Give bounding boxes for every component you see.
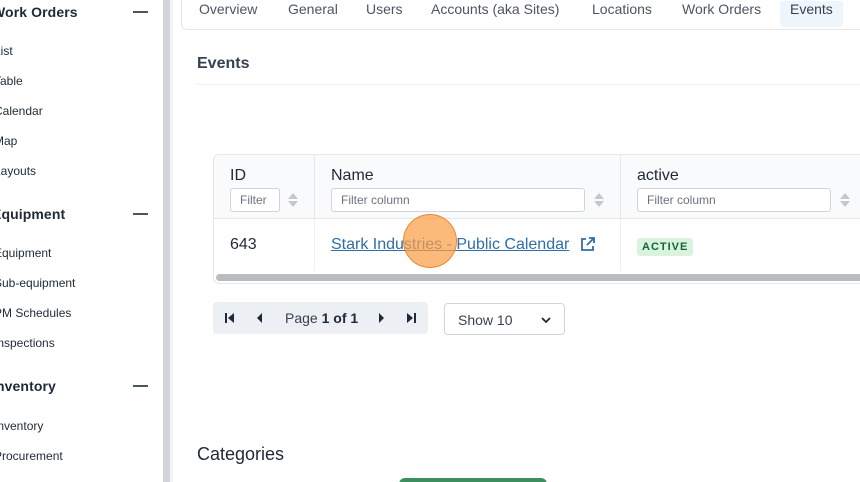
collapse-minus-icon[interactable]	[133, 385, 148, 387]
chevron-left-icon	[257, 313, 262, 323]
sidebar-section-equipment[interactable]: Equipment	[0, 202, 152, 226]
column-label: Name	[331, 167, 374, 184]
page-prefix: Page	[285, 310, 318, 326]
external-link-icon[interactable]	[579, 236, 596, 253]
cell-name: Stark Industries - Public Calendar	[315, 219, 621, 271]
previous-page-button[interactable]	[245, 302, 275, 334]
sidebar-item-equipment[interactable]: Equipment	[0, 246, 51, 260]
sidebar-item-inspections[interactable]: Inspections	[0, 336, 55, 350]
sidebar-item-inventory[interactable]: Inventory	[0, 419, 43, 433]
column-header-name: Name Filter column	[315, 155, 621, 219]
status-badge: ACTIVE	[637, 238, 694, 256]
column-label: ID	[230, 167, 246, 184]
sidebar-item-layouts[interactable]: Layouts	[0, 164, 36, 178]
sidebar-section-inventory[interactable]: Inventory	[0, 374, 152, 398]
column-header-id: ID Filter	[214, 155, 315, 219]
table-row: 643 Stark Industries - Public Calendar A…	[214, 219, 860, 271]
name-filter-input[interactable]: Filter column	[331, 188, 585, 212]
table-horizontal-scrollbar[interactable]	[216, 274, 860, 281]
sidebar-item-map[interactable]: Map	[0, 134, 17, 148]
sort-icon[interactable]	[594, 193, 604, 207]
first-page-button[interactable]	[215, 302, 245, 334]
next-page-button[interactable]	[366, 302, 396, 334]
tab-overview[interactable]: Overview	[199, 1, 257, 17]
sidebar-section-title: Inventory	[0, 378, 56, 394]
first-page-icon	[225, 313, 234, 323]
column-header-active: active Filter column	[621, 155, 860, 219]
pagination: Page 1 of 1	[213, 302, 428, 334]
collapse-minus-icon[interactable]	[133, 213, 148, 215]
main-content: Overview General Users Accounts (aka Sit…	[173, 0, 860, 482]
sidebar-section-title: Work Orders	[0, 4, 78, 20]
id-filter-input[interactable]: Filter	[230, 188, 280, 212]
app-window: Work Orders List Table Calendar Map Layo…	[0, 0, 860, 482]
last-page-icon	[407, 313, 416, 323]
sort-icon[interactable]	[840, 193, 850, 207]
page-size-value: Show 10	[458, 312, 513, 328]
sidebar-item-list[interactable]: List	[0, 44, 13, 58]
events-section-title: Events	[197, 55, 250, 72]
event-id: 643	[230, 236, 257, 253]
sort-icon[interactable]	[288, 193, 298, 207]
section-divider	[197, 84, 860, 85]
categories-section-title: Categories	[197, 444, 285, 464]
sidebar-section-work-orders[interactable]: Work Orders	[0, 0, 152, 24]
sidebar-section-title: Equipment	[0, 206, 66, 222]
last-page-button[interactable]	[396, 302, 426, 334]
collapse-minus-icon[interactable]	[133, 11, 148, 13]
sidebar-scrollbar[interactable]	[163, 0, 170, 482]
event-name-link[interactable]: Stark Industries - Public Calendar	[331, 236, 569, 254]
tab-locations[interactable]: Locations	[592, 1, 652, 17]
tab-events[interactable]: Events	[780, 1, 843, 27]
tab-users[interactable]: Users	[366, 1, 403, 17]
tab-general[interactable]: General	[288, 1, 338, 17]
column-label: active	[637, 167, 679, 184]
chevron-down-icon	[541, 317, 551, 324]
page-current: 1 of 1	[321, 310, 359, 326]
cell-active: ACTIVE	[621, 219, 860, 271]
sidebar-item-pm-schedules[interactable]: PM Schedules	[0, 306, 71, 320]
active-filter-input[interactable]: Filter column	[637, 188, 831, 212]
sidebar-item-table[interactable]: Table	[0, 74, 23, 88]
cell-id: 643	[214, 219, 315, 271]
add-category-button[interactable]	[399, 478, 547, 482]
chevron-right-icon	[379, 313, 384, 323]
tab-work-orders[interactable]: Work Orders	[682, 1, 761, 17]
sidebar-item-calendar[interactable]: Calendar	[0, 104, 43, 118]
sidebar-item-procurement[interactable]: Procurement	[0, 449, 63, 463]
tab-bar: Overview General Users Accounts (aka Sit…	[181, 0, 860, 30]
table-header: ID Filter Name Filter column active Filt…	[214, 155, 860, 219]
page-size-select[interactable]: Show 10	[444, 303, 565, 335]
sidebar: Work Orders List Table Calendar Map Layo…	[0, 0, 163, 482]
page-indicator: Page 1 of 1	[285, 310, 358, 326]
sidebar-item-sub-equipment[interactable]: Sub-equipment	[0, 276, 75, 290]
events-table: ID Filter Name Filter column active Filt…	[213, 154, 860, 284]
tab-accounts[interactable]: Accounts (aka Sites)	[431, 1, 559, 17]
